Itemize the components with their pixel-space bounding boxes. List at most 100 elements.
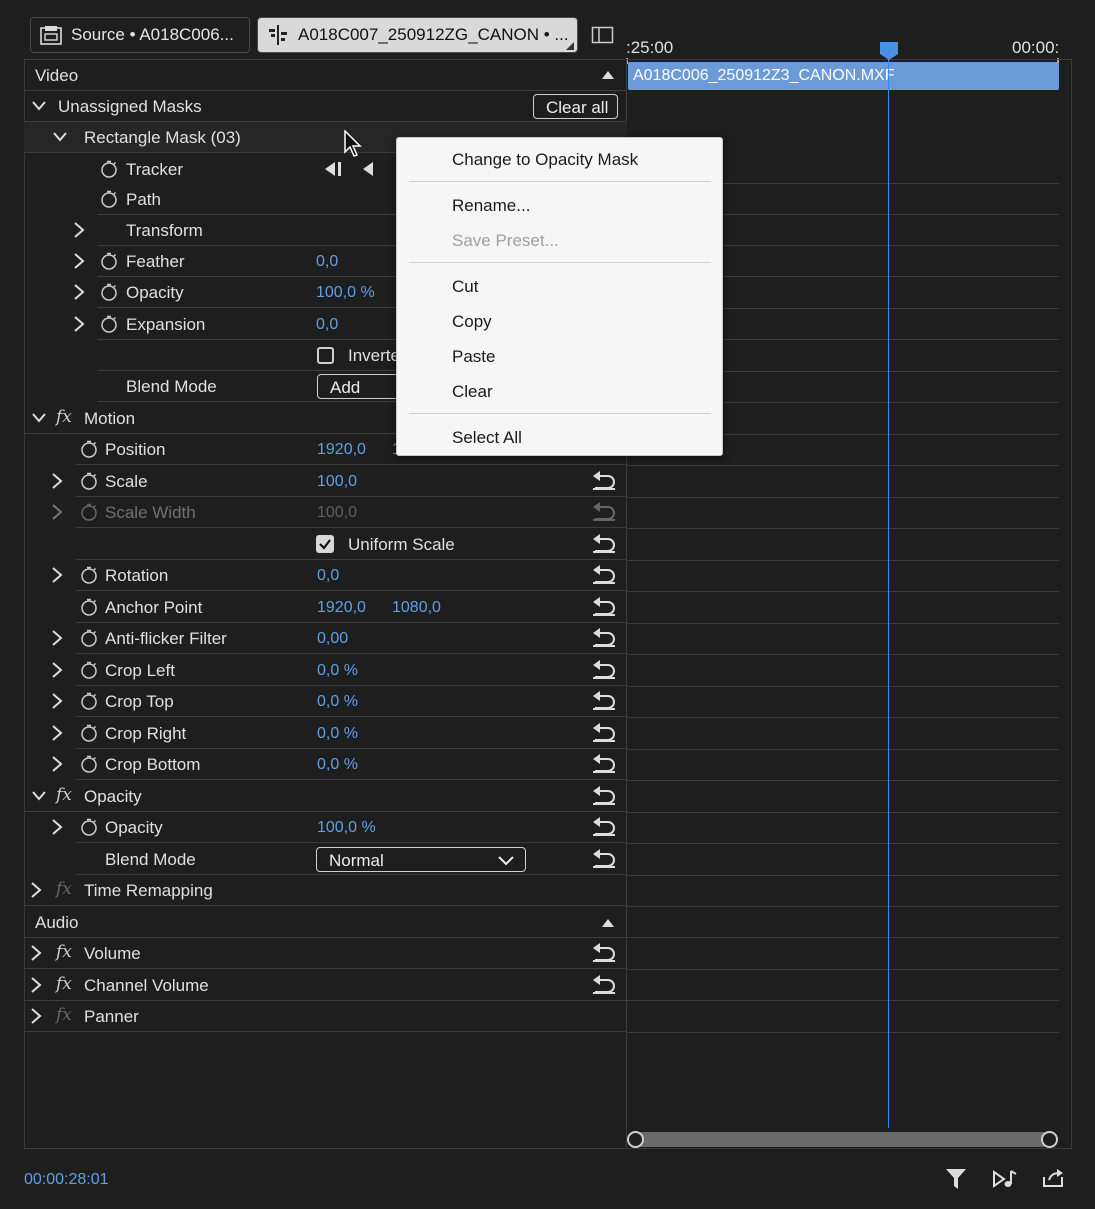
menu-item-paste[interactable]: Paste bbox=[452, 347, 495, 367]
stopwatch-icon[interactable] bbox=[80, 440, 98, 458]
channel-volume-effect-row[interactable]: fx Channel Volume bbox=[24, 970, 627, 1001]
expansion-value[interactable]: 0,0 bbox=[316, 316, 338, 334]
crop-top-value[interactable]: 0,0 % bbox=[317, 693, 358, 711]
reset-icon[interactable] bbox=[591, 848, 617, 870]
chevron-right-icon[interactable] bbox=[29, 977, 43, 993]
tab-effect-controls[interactable]: A018C007_250912ZG_CANON • ... bbox=[257, 17, 578, 53]
chevron-down-icon[interactable] bbox=[53, 132, 67, 148]
stopwatch-icon[interactable] bbox=[100, 160, 118, 178]
volume-effect-row[interactable]: fx Volume bbox=[24, 938, 627, 969]
reset-icon[interactable] bbox=[591, 722, 617, 744]
track-back-frame-icon[interactable] bbox=[361, 161, 375, 177]
reset-icon[interactable] bbox=[591, 564, 617, 586]
chevron-right-icon[interactable] bbox=[29, 882, 43, 898]
export-icon[interactable] bbox=[1041, 1167, 1065, 1189]
menu-item-select-all[interactable]: Select All bbox=[452, 428, 522, 448]
audio-clip-icon[interactable] bbox=[992, 1168, 1018, 1190]
stopwatch-icon[interactable] bbox=[80, 566, 98, 584]
chevron-right-icon[interactable] bbox=[50, 662, 64, 678]
stopwatch-icon[interactable] bbox=[100, 190, 118, 208]
time-remapping-row[interactable]: fx Time Remapping bbox=[24, 875, 627, 906]
stopwatch-icon[interactable] bbox=[80, 472, 98, 490]
reset-icon[interactable] bbox=[591, 785, 617, 807]
chevron-right-icon[interactable] bbox=[50, 630, 64, 646]
stopwatch-icon[interactable] bbox=[100, 283, 118, 301]
chevron-right-icon[interactable] bbox=[50, 693, 64, 709]
chevron-right-icon[interactable] bbox=[50, 567, 64, 583]
inverted-checkbox[interactable] bbox=[317, 347, 334, 364]
stopwatch-icon[interactable] bbox=[80, 629, 98, 647]
stopwatch-icon[interactable] bbox=[80, 724, 98, 742]
stopwatch-icon[interactable] bbox=[100, 252, 118, 270]
mask-opacity-value[interactable]: 100,0 % bbox=[316, 284, 375, 302]
fx-icon[interactable]: fx bbox=[56, 974, 72, 994]
fx-icon[interactable]: fx bbox=[56, 942, 72, 962]
antiflicker-value[interactable]: 0,00 bbox=[317, 630, 348, 648]
blend-mode-dropdown[interactable]: Normal bbox=[316, 847, 526, 872]
clear-all-button[interactable]: Clear all bbox=[533, 94, 618, 119]
panel-toggle-icon[interactable] bbox=[591, 25, 615, 50]
playhead-line[interactable] bbox=[888, 56, 889, 1128]
chevron-right-icon[interactable] bbox=[72, 253, 86, 269]
opacity-effect-row[interactable]: fx Opacity bbox=[24, 781, 627, 812]
chevron-right-icon[interactable] bbox=[50, 819, 64, 835]
chevron-right-icon[interactable] bbox=[50, 756, 64, 772]
fx-icon[interactable]: fx bbox=[56, 407, 72, 427]
reset-icon[interactable] bbox=[591, 659, 617, 681]
chevron-right-icon[interactable] bbox=[29, 1008, 43, 1024]
chevron-right-icon[interactable] bbox=[72, 222, 86, 238]
track-backward-icon[interactable] bbox=[323, 161, 343, 177]
reset-icon[interactable] bbox=[591, 533, 617, 555]
fx-icon[interactable]: fx bbox=[56, 785, 72, 805]
filter-icon[interactable] bbox=[945, 1167, 967, 1191]
uniform-scale-checkbox[interactable] bbox=[316, 535, 334, 553]
anchor-x-value[interactable]: 1920,0 bbox=[317, 599, 366, 617]
timeline-zoom-scrollbar[interactable] bbox=[634, 1132, 1050, 1147]
anchor-y-value[interactable]: 1080,0 bbox=[392, 599, 441, 617]
reset-icon[interactable] bbox=[591, 816, 617, 838]
menu-item-change-to-opacity-mask[interactable]: Change to Opacity Mask bbox=[452, 150, 638, 170]
feather-value[interactable]: 0,0 bbox=[316, 253, 338, 271]
opacity-value[interactable]: 100,0 % bbox=[317, 819, 376, 837]
mask-blend-mode-dropdown[interactable]: Add bbox=[317, 374, 407, 399]
position-x-value[interactable]: 1920,0 bbox=[317, 441, 366, 459]
chevron-right-icon[interactable] bbox=[50, 473, 64, 489]
menu-item-rename[interactable]: Rename... bbox=[452, 196, 530, 216]
stopwatch-icon[interactable] bbox=[100, 315, 118, 333]
reset-icon[interactable] bbox=[591, 470, 617, 492]
crop-right-value[interactable]: 0,0 % bbox=[317, 725, 358, 743]
crop-bottom-value[interactable]: 0,0 % bbox=[317, 756, 358, 774]
reset-icon[interactable] bbox=[591, 690, 617, 712]
chevron-right-icon[interactable] bbox=[50, 725, 64, 741]
menu-item-clear[interactable]: Clear bbox=[452, 382, 493, 402]
reset-icon[interactable] bbox=[591, 627, 617, 649]
chevron-right-icon[interactable] bbox=[50, 504, 64, 520]
rotation-value[interactable]: 0,0 bbox=[317, 567, 339, 585]
menu-item-copy[interactable]: Copy bbox=[452, 312, 492, 332]
chevron-down-icon[interactable] bbox=[32, 413, 46, 429]
stopwatch-icon[interactable] bbox=[80, 598, 98, 616]
collapse-up-icon[interactable] bbox=[602, 919, 614, 927]
chevron-down-icon[interactable] bbox=[32, 101, 46, 117]
menu-item-cut[interactable]: Cut bbox=[452, 277, 478, 297]
stopwatch-icon[interactable] bbox=[80, 692, 98, 710]
current-timecode[interactable]: 00:00:28:01 bbox=[24, 1171, 109, 1189]
chevron-right-icon[interactable] bbox=[72, 316, 86, 332]
collapse-up-icon[interactable] bbox=[602, 71, 614, 79]
panner-effect-row[interactable]: fx Panner bbox=[24, 1001, 627, 1032]
tab-source[interactable]: Source • A018C006... bbox=[30, 17, 250, 53]
reset-icon[interactable] bbox=[591, 753, 617, 775]
scale-value[interactable]: 100,0 bbox=[317, 473, 357, 491]
reset-icon[interactable] bbox=[591, 942, 617, 964]
stopwatch-icon[interactable] bbox=[80, 661, 98, 679]
crop-left-value[interactable]: 0,0 % bbox=[317, 662, 358, 680]
reset-icon[interactable] bbox=[591, 596, 617, 618]
stopwatch-icon[interactable] bbox=[80, 818, 98, 836]
clip-bar[interactable]: A018C006_250912Z3_CANON.MXF bbox=[628, 62, 1059, 90]
zoom-handle-left[interactable] bbox=[627, 1131, 644, 1148]
reset-icon[interactable] bbox=[591, 974, 617, 996]
chevron-down-icon[interactable] bbox=[32, 791, 46, 807]
zoom-handle-right[interactable] bbox=[1041, 1131, 1058, 1148]
stopwatch-icon[interactable] bbox=[80, 755, 98, 773]
chevron-right-icon[interactable] bbox=[72, 284, 86, 300]
